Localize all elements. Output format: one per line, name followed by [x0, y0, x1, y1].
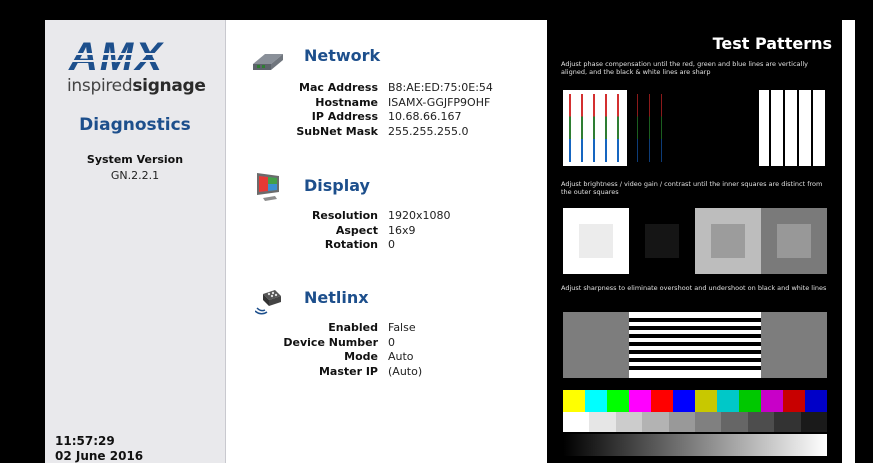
gray-bar-4 — [668, 412, 696, 432]
hostname-row: Hostname ISAMX-GGJFP9OHF — [315, 95, 491, 109]
system-version-value: GN.2.2.1 — [110, 169, 160, 182]
netlinx-title: Netlinx — [304, 288, 369, 307]
enabled-row: Enabled False — [328, 321, 416, 334]
svg-text:AMX: AMX — [68, 36, 164, 76]
gray-bar-7 — [747, 412, 775, 432]
color-bar-4 — [651, 390, 673, 412]
device-number-row: Device Number 0 — [283, 335, 395, 349]
gray-bar-0 — [563, 412, 590, 432]
page-title: Diagnostics — [79, 115, 191, 135]
color-bar-6 — [695, 390, 717, 412]
color-bar-8 — [739, 390, 761, 412]
clock-date: 02 June 2016 — [55, 449, 144, 463]
gray-bar-2 — [615, 412, 643, 432]
display-title: Display — [304, 176, 370, 195]
brightness-square-black — [629, 208, 695, 274]
aspect-row: Aspect 16x9 — [335, 223, 416, 237]
gray-bar-9 — [800, 412, 828, 432]
gray-bar-1 — [589, 412, 616, 432]
ip-address-row: IP Address 10.68.66.167 — [311, 110, 462, 123]
color-bar-10 — [783, 390, 805, 412]
color-bar-7 — [717, 390, 739, 412]
subnet-mask-row: SubNet Mask 255.255.255.0 — [296, 124, 469, 138]
mac-address-row: Mac Address B8:AE:ED:75:0E:54 — [299, 81, 493, 94]
color-bar-9 — [761, 390, 783, 412]
brightness-note: Adjust brightness / video gain / contras… — [561, 180, 823, 196]
sidebar: AMX inspiredsignage Diagnostics System V… — [45, 20, 226, 463]
sharpness-stripe-pattern — [563, 312, 827, 378]
color-bar-2 — [607, 390, 629, 412]
gray-step-bars — [563, 412, 828, 432]
clock: 11:57:29 02 June 2016 — [55, 434, 143, 463]
brightness-square-white — [563, 208, 629, 274]
sharpness-note: Adjust sharpness to eliminate overshoot … — [561, 284, 827, 292]
diagnostics-page: AMX inspiredsignage Diagnostics System V… — [45, 20, 855, 463]
network-info: Mac Address B8:AE:ED:75:0E:54 Hostname ISA… — [282, 81, 493, 139]
bw-line-pattern — [759, 90, 825, 166]
gray-bar-6 — [721, 412, 748, 432]
color-bar-1 — [585, 390, 607, 412]
grayscale-gradient — [563, 434, 827, 456]
master-ip-row: Master IP (Auto) — [318, 364, 423, 378]
gray-bar-5 — [695, 412, 722, 432]
display-info: Resolution 1920x1080 Aspect 16x9 Rotation 0 — [282, 209, 451, 253]
netlinx-info: Enabled False Device Number 0 Mode Auto Mas… — [282, 321, 422, 379]
rgb-alignment-pattern — [563, 90, 627, 166]
amx-logo: AMX — [65, 36, 215, 76]
clock-time: 11:57:29 — [55, 434, 115, 448]
network-title: Network — [304, 46, 381, 65]
rgb-alignment-pattern-dark — [629, 90, 669, 166]
brand-tagline: inspiredsignage — [67, 76, 206, 96]
test-patterns-title: Test Patterns — [712, 34, 832, 53]
gray-bar-3 — [642, 412, 669, 432]
monitor-icon — [253, 170, 285, 206]
color-bar-3 — [629, 390, 651, 412]
network-icon — [251, 46, 287, 78]
netlinx-icon — [254, 286, 285, 320]
gray-bar-8 — [774, 412, 801, 432]
color-bar-11 — [805, 390, 827, 412]
color-bar-5 — [673, 390, 695, 412]
color-bars — [563, 390, 827, 412]
mode-row: Mode Auto — [344, 350, 414, 363]
resolution-row: Resolution 1920x1080 — [311, 209, 451, 222]
color-alignment-note: Adjust phase compensation until the red,… — [561, 60, 808, 76]
test-patterns-panel: Test Patterns Adjust phase compensation … — [547, 20, 842, 463]
color-bar-0 — [563, 390, 585, 412]
brightness-square-lightgray — [695, 208, 761, 274]
rotation-row: Rotation 0 — [324, 238, 395, 251]
system-version-label: System Version — [86, 153, 184, 166]
brightness-square-darkgray — [761, 208, 827, 274]
